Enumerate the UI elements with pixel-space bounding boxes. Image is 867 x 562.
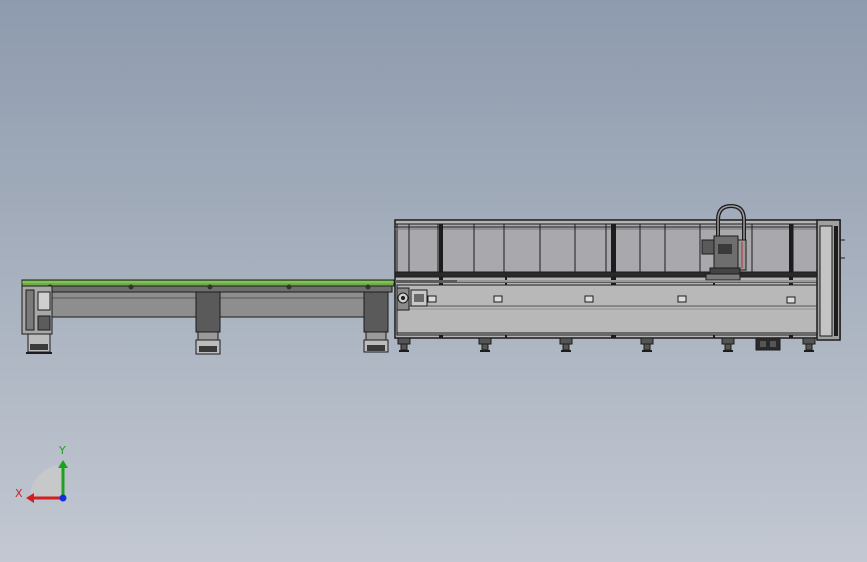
conveyor-top-surface: [21, 279, 395, 287]
conveyor-table[interactable]: [21, 279, 395, 355]
machine-lower-panel: [396, 284, 822, 336]
triad-quadrant: [30, 465, 63, 498]
conveyor-roller: [128, 284, 134, 290]
electrical-box: [755, 337, 781, 351]
feet-bases: [399, 350, 814, 352]
machine-end-cabinet: [816, 219, 845, 341]
triad-z-axis: [59, 494, 67, 502]
conveyor-leg-middle: [195, 291, 221, 355]
view-triad[interactable]: [26, 460, 68, 503]
triad-y-label: Y: [59, 444, 66, 457]
leveling-feet: [397, 337, 816, 351]
gantry-rail: [394, 271, 841, 278]
triad-y-arrowhead: [58, 460, 68, 468]
triad-x-label: X: [15, 487, 23, 500]
machine-upper-section: [396, 223, 818, 273]
conveyor-leg-left: [21, 285, 53, 354]
triad-x-arrowhead: [26, 493, 34, 503]
conveyor-roller: [365, 284, 371, 290]
gantry-rail-lower: [395, 280, 825, 283]
cutting-machine[interactable]: [394, 203, 845, 352]
conveyor-leg-right: [363, 291, 389, 353]
conveyor-roller: [207, 284, 213, 290]
graphics-viewport[interactable]: Y X: [0, 0, 867, 562]
cad-model-view[interactable]: [0, 0, 867, 562]
conveyor-roller: [286, 284, 292, 290]
